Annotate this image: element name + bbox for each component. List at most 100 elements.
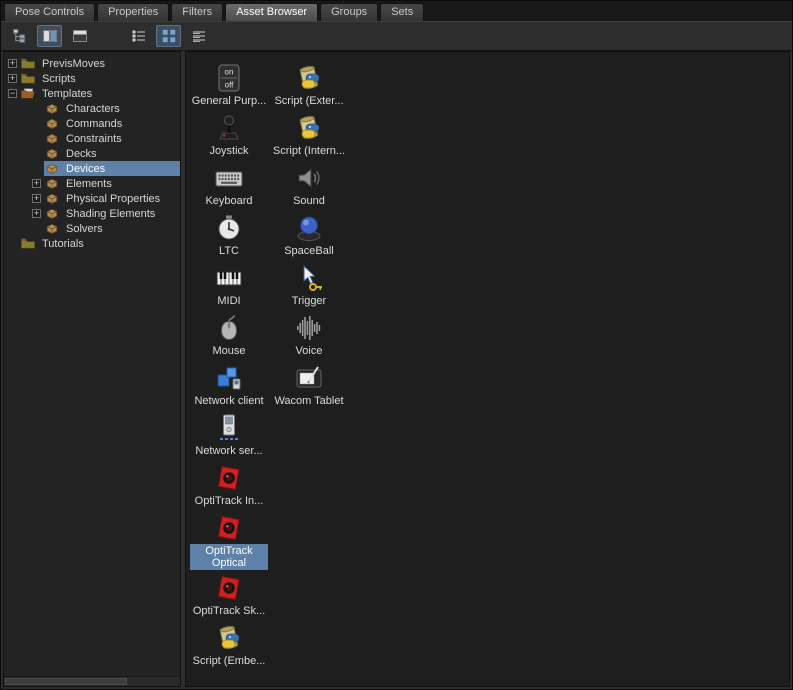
large-icons-view-icon xyxy=(161,28,177,44)
asset-item-label: LTC xyxy=(217,244,241,258)
tree-item-body: Devices xyxy=(44,161,180,176)
asset-item-trigger[interactable]: Trigger xyxy=(269,262,349,312)
asset-item-script-exter[interactable]: Script (Exter... xyxy=(269,62,349,112)
tree-expander-icon[interactable]: + xyxy=(32,179,41,188)
tree-indent xyxy=(4,108,30,109)
tree-expander-icon[interactable]: − xyxy=(8,89,17,98)
tree-indent xyxy=(4,138,30,139)
asset-icon xyxy=(44,206,60,221)
toolbar-button-details-view[interactable] xyxy=(186,25,211,47)
tree-indent xyxy=(4,213,30,214)
tree-expander-icon[interactable]: + xyxy=(8,74,17,83)
tree-item-scripts[interactable]: + Scripts xyxy=(4,71,180,86)
one-pane-view-icon xyxy=(72,28,88,44)
tree-expander-icon[interactable]: + xyxy=(8,59,17,68)
tab-label: Groups xyxy=(331,6,367,18)
tree-item-shading-elements[interactable]: + Shading Elements xyxy=(4,206,180,221)
toolbar-button-two-pane-view[interactable] xyxy=(37,25,62,47)
asset-item-keyboard[interactable]: Keyboard xyxy=(189,162,269,212)
asset-item-optitrack-in[interactable]: OptiTrack In... xyxy=(189,462,269,512)
general-purpose-icon: onoff xyxy=(213,62,245,94)
tree-item-body: Elements xyxy=(44,176,180,191)
tree-item-tutorials[interactable]: Tutorials xyxy=(4,236,180,251)
toolbar-button-large-icons-view[interactable] xyxy=(156,25,181,47)
scrollbar-thumb[interactable] xyxy=(5,678,127,685)
asset-item-spaceball[interactable]: SpaceBall xyxy=(269,212,349,262)
hierarchy-view-icon xyxy=(12,28,28,44)
asset-item-joystick[interactable]: Joystick xyxy=(189,112,269,162)
asset-item-mouse[interactable]: Mouse xyxy=(189,312,269,362)
mouse-icon xyxy=(213,312,245,344)
asset-item-label: Mouse xyxy=(210,344,247,358)
asset-item-network-client[interactable]: Network client xyxy=(189,362,269,412)
tab-label: Sets xyxy=(391,6,413,18)
tree-item-label: Physical Properties xyxy=(63,193,163,205)
tab-sets[interactable]: Sets xyxy=(380,3,424,21)
tree-item-body: Commands xyxy=(44,116,180,131)
toolbar-button-one-pane-view[interactable] xyxy=(67,25,92,47)
wacom-tablet-icon xyxy=(293,362,325,394)
asset-item-label: Keyboard xyxy=(203,194,254,208)
toolbar-button-hierarchy-view[interactable] xyxy=(7,25,32,47)
asset-grid-column-2: Script (Exter... Script (Intern... Sound… xyxy=(269,62,349,412)
asset-item-script-intern[interactable]: Script (Intern... xyxy=(269,112,349,162)
asset-icon xyxy=(44,221,60,236)
folder-icon xyxy=(20,71,36,86)
tree-expander-icon[interactable]: + xyxy=(32,209,41,218)
tree-item-label: Decks xyxy=(63,148,100,160)
asset-item-label: MIDI xyxy=(215,294,242,308)
asset-item-network-ser[interactable]: Network ser... xyxy=(189,412,269,462)
asset-item-general-purp[interactable]: onoff General Purp... xyxy=(189,62,269,112)
folder-icon xyxy=(20,56,36,71)
tab-label: Properties xyxy=(108,6,158,18)
asset-item-midi[interactable]: MIDI xyxy=(189,262,269,312)
tree-item-constraints[interactable]: Constraints xyxy=(4,131,180,146)
asset-item-label: OptiTrack Optical xyxy=(190,544,268,570)
tab-properties[interactable]: Properties xyxy=(97,3,169,21)
details-view-icon xyxy=(191,28,207,44)
tree-item-body: Constraints xyxy=(44,131,180,146)
tree-item-body: Templates xyxy=(20,86,180,101)
tree-indent xyxy=(4,168,30,169)
tree-item-devices[interactable]: Devices xyxy=(4,161,180,176)
asset-item-label: Joystick xyxy=(207,144,250,158)
tab-pose-controls[interactable]: Pose Controls xyxy=(4,3,95,21)
tree-horizontal-scrollbar[interactable] xyxy=(4,676,180,686)
tree-indent xyxy=(4,243,6,244)
asset-item-optitrack-sk[interactable]: OptiTrack Sk... xyxy=(189,572,269,622)
toolbar-button-small-icons-view[interactable] xyxy=(126,25,151,47)
tab-filters[interactable]: Filters xyxy=(171,3,223,21)
tree-item-characters[interactable]: Characters xyxy=(4,101,180,116)
tree-item-decks[interactable]: Decks xyxy=(4,146,180,161)
asset-icon xyxy=(44,191,60,206)
tree-item-templates[interactable]: − Templates xyxy=(4,86,180,101)
asset-item-sound[interactable]: Sound xyxy=(269,162,349,212)
tree-item-label: PrevisMoves xyxy=(39,58,108,70)
tree-item-prevismoves[interactable]: + PrevisMoves xyxy=(4,56,180,71)
tree-item-elements[interactable]: + Elements xyxy=(4,176,180,191)
tab-groups[interactable]: Groups xyxy=(320,3,378,21)
asset-grid-column-1: onoff General Purp... Joystick Keyboard … xyxy=(189,62,269,672)
tree-item-label: Commands xyxy=(63,118,125,130)
asset-item-wacom-tablet[interactable]: Wacom Tablet xyxy=(269,362,349,412)
midi-icon xyxy=(213,262,245,294)
asset-icon xyxy=(44,101,60,116)
asset-item-voice[interactable]: Voice xyxy=(269,312,349,362)
sound-icon xyxy=(293,162,325,194)
tree-expander-icon[interactable]: + xyxy=(32,194,41,203)
folder-open-icon xyxy=(20,86,36,101)
asset-icon xyxy=(44,131,60,146)
tab-asset-browser[interactable]: Asset Browser xyxy=(225,3,318,21)
asset-item-optitrack-optical[interactable]: OptiTrack Optical xyxy=(189,512,269,572)
asset-item-label: SpaceBall xyxy=(282,244,336,258)
asset-item-label: Network ser... xyxy=(193,444,264,458)
tree-item-solvers[interactable]: Solvers xyxy=(4,221,180,236)
tree-item-physical-properties[interactable]: + Physical Properties xyxy=(4,191,180,206)
tree-item-body: Shading Elements xyxy=(44,206,180,221)
tree-indent xyxy=(4,198,30,199)
asset-grid-panel: onoff General Purp... Joystick Keyboard … xyxy=(185,51,790,687)
tab-bar: Pose Controls Properties Filters Asset B… xyxy=(1,1,792,21)
tree-item-commands[interactable]: Commands xyxy=(4,116,180,131)
asset-item-script-embe[interactable]: Script (Embe... xyxy=(189,622,269,672)
asset-item-ltc[interactable]: LTC xyxy=(189,212,269,262)
